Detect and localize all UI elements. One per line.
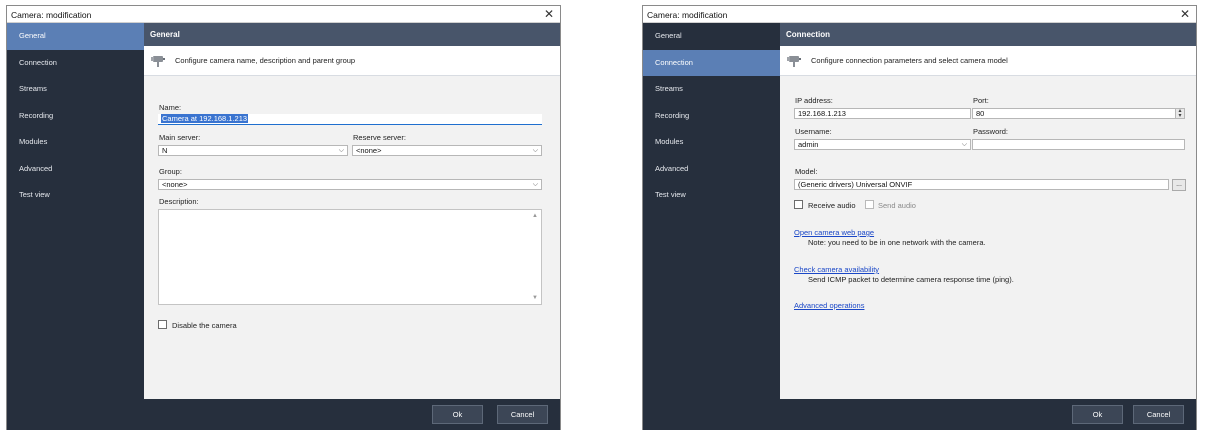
title-bar: Camera: modification ✕: [7, 6, 560, 23]
sidebar-item-advanced[interactable]: Advanced: [7, 156, 144, 183]
send-audio-label: Send audio: [878, 201, 916, 210]
close-icon[interactable]: ✕: [544, 7, 554, 21]
chevron-down-icon: ⌵: [338, 147, 344, 154]
send-audio-checkbox[interactable]: [865, 200, 874, 209]
info-band: Configure connection parameters and sele…: [780, 46, 1196, 76]
group-label: Group:: [159, 167, 182, 176]
sidebar-item-advanced[interactable]: Advanced: [643, 156, 780, 183]
scroll-down-icon[interactable]: ▼: [532, 295, 538, 301]
ok-button[interactable]: Ok: [1072, 405, 1123, 424]
check-availability-note: Send ICMP packet to determine camera res…: [808, 275, 1014, 284]
sidebar-item-modules[interactable]: Modules: [7, 129, 144, 156]
sidebar-item-modules[interactable]: Modules: [643, 129, 780, 156]
username-select[interactable]: admin ⌵: [794, 139, 971, 150]
section-subtitle: Configure connection parameters and sele…: [811, 56, 1008, 65]
group-select[interactable]: <none> ⌵: [158, 179, 542, 190]
ip-label: IP address:: [795, 96, 833, 105]
reserve-server-select[interactable]: <none> ⌵: [352, 145, 542, 156]
dialog-footer: Ok Cancel: [7, 399, 560, 430]
port-label: Port:: [973, 96, 989, 105]
sidebar: General Connection Streams Recording Mod…: [643, 23, 780, 399]
connection-form: IP address: 192.168.1.213 Port: 80 ▴ ▾ Us…: [780, 76, 1196, 399]
disable-camera-label: Disable the camera: [172, 321, 237, 330]
ip-input[interactable]: 192.168.1.213: [794, 108, 971, 119]
cancel-button[interactable]: Cancel: [497, 405, 548, 424]
receive-audio-label: Receive audio: [808, 201, 856, 210]
sidebar-item-recording[interactable]: Recording: [643, 103, 780, 130]
model-input[interactable]: (Generic drivers) Universal ONVIF: [794, 179, 1169, 190]
password-label: Password:: [973, 127, 1009, 136]
dialog-footer: Ok Cancel: [643, 399, 1196, 430]
model-browse-button[interactable]: ...: [1172, 179, 1186, 191]
name-value: Camera at 192.168.1.213: [161, 114, 249, 123]
main-server-value: N: [162, 146, 168, 155]
spinner-icon[interactable]: ▴ ▾: [1175, 109, 1184, 118]
sidebar-item-general[interactable]: General: [7, 23, 144, 50]
sidebar-item-streams[interactable]: Streams: [643, 76, 780, 103]
window-title: Camera: modification: [11, 10, 92, 20]
reserve-server-value: <none>: [356, 146, 382, 155]
sidebar-item-test-view[interactable]: Test view: [7, 182, 144, 209]
advanced-operations-link[interactable]: Advanced operations: [794, 301, 864, 310]
dialog-connection: Camera: modification ✕ General Connectio…: [642, 5, 1197, 430]
info-band: Configure camera name, description and p…: [144, 46, 560, 76]
sidebar-item-streams[interactable]: Streams: [7, 76, 144, 103]
cancel-button[interactable]: Cancel: [1133, 405, 1184, 424]
model-label: Model:: [795, 167, 818, 176]
sidebar-item-connection[interactable]: Connection: [643, 49, 780, 76]
disable-camera-checkbox[interactable]: [158, 320, 167, 329]
dialog-general: Camera: modification ✕ General Connectio…: [6, 5, 561, 430]
receive-audio-checkbox[interactable]: [794, 200, 803, 209]
section-header: General: [144, 23, 560, 46]
general-form: Name: Camera at 192.168.1.213 Main serve…: [144, 76, 560, 399]
sidebar-item-general[interactable]: General: [643, 23, 780, 50]
username-label: Username:: [795, 127, 832, 136]
name-label: Name:: [159, 103, 182, 112]
sidebar-item-recording[interactable]: Recording: [7, 103, 144, 130]
main-server-label: Main server:: [159, 133, 201, 142]
section-header: Connection: [780, 23, 1196, 46]
sidebar: General Connection Streams Recording Mod…: [7, 23, 144, 399]
password-input[interactable]: [972, 139, 1185, 150]
camera-icon: [151, 56, 165, 67]
sidebar-item-test-view[interactable]: Test view: [643, 182, 780, 209]
model-value: (Generic drivers) Universal ONVIF: [798, 180, 913, 189]
description-label: Description:: [159, 197, 199, 206]
chevron-down-icon: ⌵: [961, 141, 967, 148]
main-server-select[interactable]: N ⌵: [158, 145, 348, 156]
check-availability-link[interactable]: Check camera availability: [794, 265, 879, 274]
camera-icon: [787, 56, 801, 67]
port-value: 80: [976, 109, 985, 118]
open-web-page-link[interactable]: Open camera web page: [794, 228, 874, 237]
port-input[interactable]: 80 ▴ ▾: [972, 108, 1185, 119]
section-subtitle: Configure camera name, description and p…: [175, 56, 356, 65]
description-textarea[interactable]: ▲ ▼: [158, 209, 542, 305]
username-value: admin: [798, 140, 819, 149]
scroll-up-icon[interactable]: ▲: [532, 213, 538, 219]
chevron-down-icon: ⌵: [532, 147, 538, 154]
ok-button[interactable]: Ok: [432, 405, 483, 424]
reserve-server-label: Reserve server:: [353, 133, 406, 142]
open-web-page-note: Note: you need to be in one network with…: [808, 238, 986, 247]
group-value: <none>: [162, 180, 188, 189]
ip-value: 192.168.1.213: [798, 109, 846, 118]
title-bar: Camera: modification ✕: [643, 6, 1196, 23]
close-icon[interactable]: ✕: [1180, 7, 1190, 21]
window-title: Camera: modification: [647, 10, 728, 20]
chevron-down-icon: ⌵: [532, 181, 538, 188]
name-input[interactable]: Camera at 192.168.1.213: [158, 114, 542, 125]
sidebar-item-connection[interactable]: Connection: [7, 50, 144, 77]
